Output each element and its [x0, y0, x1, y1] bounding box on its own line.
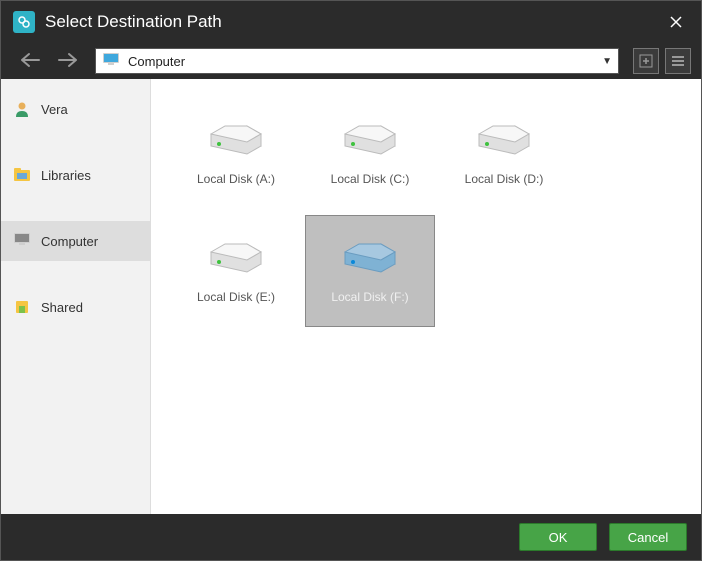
disk-icon — [343, 120, 397, 160]
ok-button[interactable]: OK — [519, 523, 597, 551]
titlebar: Select Destination Path — [1, 1, 701, 43]
libraries-icon — [13, 166, 31, 184]
sidebar-item-label: Vera — [41, 102, 68, 117]
back-button[interactable] — [11, 46, 49, 76]
dialog-title: Select Destination Path — [45, 12, 659, 32]
sidebar-item-label: Libraries — [41, 168, 91, 183]
drive-item-e[interactable]: Local Disk (E:) — [171, 215, 301, 327]
drive-item-d[interactable]: Local Disk (D:) — [439, 97, 569, 209]
sidebar-item-label: Computer — [41, 234, 98, 249]
user-icon — [13, 100, 31, 118]
sidebar-item-label: Shared — [41, 300, 83, 315]
app-icon — [13, 11, 35, 33]
sidebar-item-libraries[interactable]: Libraries — [1, 155, 150, 195]
sidebar-item-vera[interactable]: Vera — [1, 89, 150, 129]
path-label: Computer — [128, 54, 602, 69]
drive-label: Local Disk (A:) — [197, 172, 275, 186]
view-button[interactable] — [665, 48, 691, 74]
content-area: Local Disk (A:) Local Disk (C:) — [151, 79, 701, 514]
forward-button[interactable] — [49, 46, 87, 76]
drive-label: Local Disk (E:) — [197, 290, 275, 304]
path-box[interactable]: Computer ▼ — [95, 48, 619, 74]
drive-label: Local Disk (D:) — [465, 172, 544, 186]
disk-icon — [343, 238, 397, 278]
close-icon[interactable] — [659, 3, 693, 41]
drive-item-a[interactable]: Local Disk (A:) — [171, 97, 301, 209]
sidebar: Vera Libraries Computer Shared — [1, 79, 151, 514]
dialog: Select Destination Path Computer ▼ — [0, 0, 702, 561]
drive-label: Local Disk (C:) — [331, 172, 410, 186]
disk-icon — [209, 238, 263, 278]
computer-icon — [13, 232, 31, 250]
drive-item-f[interactable]: Local Disk (F:) — [305, 215, 435, 327]
shared-icon — [13, 298, 31, 316]
body: Vera Libraries Computer Shared — [1, 79, 701, 514]
cancel-button[interactable]: Cancel — [609, 523, 687, 551]
sidebar-item-computer[interactable]: Computer — [1, 221, 150, 261]
chevron-down-icon[interactable]: ▼ — [602, 56, 612, 67]
disk-icon — [209, 120, 263, 160]
navbar: Computer ▼ — [1, 43, 701, 79]
new-folder-button[interactable] — [633, 48, 659, 74]
sidebar-item-shared[interactable]: Shared — [1, 287, 150, 327]
footer: OK Cancel — [1, 514, 701, 560]
computer-icon — [102, 52, 120, 71]
disk-icon — [477, 120, 531, 160]
drive-label: Local Disk (F:) — [331, 290, 408, 304]
drive-item-c[interactable]: Local Disk (C:) — [305, 97, 435, 209]
